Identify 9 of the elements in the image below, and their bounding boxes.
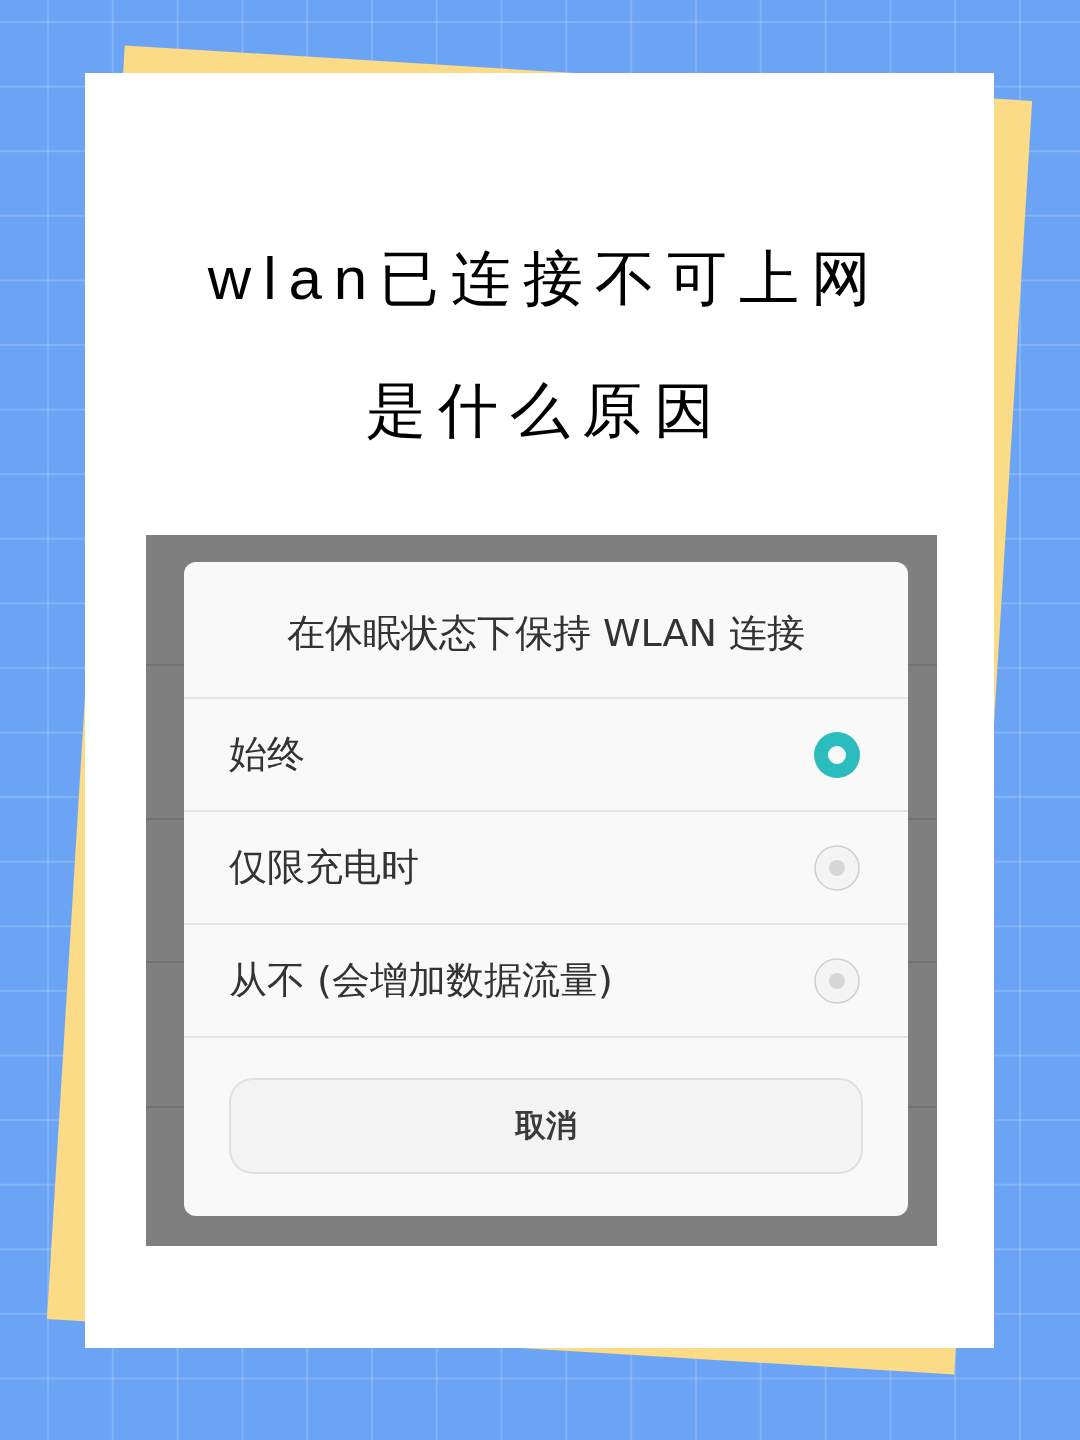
cancel-button[interactable]: 取消: [229, 1078, 863, 1174]
radio-button[interactable]: [814, 731, 860, 778]
option-label[interactable]: 始终: [229, 729, 305, 780]
option-label[interactable]: 仅限充电时: [229, 842, 419, 893]
dialog-title: 在休眠状态下保持 WLAN 连接: [286, 610, 806, 657]
option-label[interactable]: 从不 (会增加数据流量): [229, 955, 613, 1006]
page-title: wlan已连接不可上网 是什么原因: [206, 244, 884, 446]
radio-button[interactable]: [814, 957, 860, 1004]
radio-button[interactable]: [814, 844, 860, 891]
